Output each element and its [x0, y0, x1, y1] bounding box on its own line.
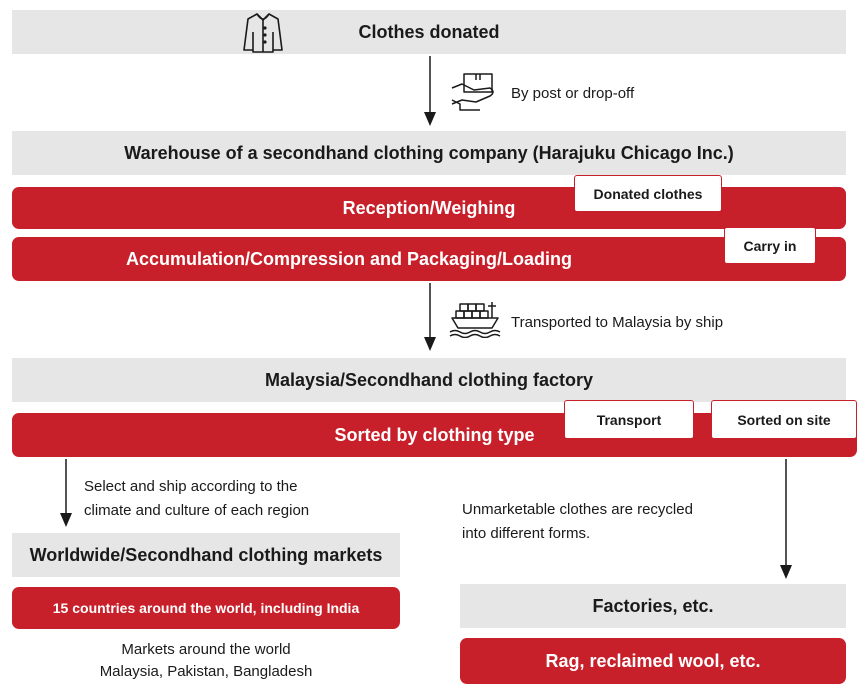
- sorted-label: Sorted by clothing type: [334, 424, 535, 445]
- clothes-donated-band: Clothes donated: [12, 10, 846, 54]
- worldwide-markets-band: Worldwide/Secondhand clothing markets: [12, 533, 400, 577]
- factories-band: Factories, etc.: [460, 584, 846, 628]
- markets-note-line1: Markets around the world: [121, 641, 291, 658]
- countries-box: 15 countries around the world, including…: [12, 587, 400, 629]
- post-note: By post or drop-off: [511, 85, 635, 102]
- reception-weighing-label: Reception/Weighing: [342, 197, 516, 218]
- recycle-note-line2: into different forms.: [462, 525, 591, 542]
- arrow-down-left: [60, 459, 72, 527]
- malaysia-factory-label: Malaysia/Secondhand clothing factory: [264, 369, 594, 390]
- sorted-on-site-tag: Sorted on site: [711, 400, 857, 439]
- transport-tag: Transport: [564, 400, 694, 439]
- recycle-note-line1: Unmarketable clothes are recycled: [462, 501, 693, 518]
- accumulation-box: Accumulation/Compression and Packaging/L…: [12, 237, 846, 281]
- clothes-donated-label: Clothes donated: [358, 21, 500, 42]
- donated-clothes-tag: Donated clothes: [574, 175, 722, 212]
- donated-clothes-tag-label: Donated clothes: [593, 185, 703, 202]
- warehouse-band: Warehouse of a secondhand clothing compa…: [12, 131, 846, 175]
- select-note-line2: climate and culture of each region: [84, 502, 310, 519]
- cargo-ship-icon: [449, 302, 501, 338]
- shirt-icon: [243, 13, 283, 53]
- select-note-line1: Select and ship according to the: [84, 478, 298, 495]
- markets-note-line2: Malaysia, Pakistan, Bangladesh: [99, 663, 313, 680]
- rag-label: Rag, reclaimed wool, etc.: [545, 650, 761, 671]
- arrow-down-2: [424, 283, 436, 351]
- parcel-hand-icon: [451, 73, 494, 111]
- carry-in-tag-label: Carry in: [743, 237, 797, 254]
- sorted-on-site-tag-label: Sorted on site: [737, 411, 831, 428]
- carry-in-tag: Carry in: [724, 227, 816, 264]
- accumulation-label: Accumulation/Compression and Packaging/L…: [125, 248, 573, 269]
- rag-box: Rag, reclaimed wool, etc.: [460, 638, 846, 684]
- transport-tag-label: Transport: [596, 411, 662, 428]
- factories-label: Factories, etc.: [592, 595, 714, 616]
- malaysia-factory-band: Malaysia/Secondhand clothing factory: [12, 358, 846, 402]
- arrow-down-right: [780, 459, 792, 579]
- arrow-down-1: [424, 56, 436, 126]
- worldwide-markets-label: Worldwide/Secondhand clothing markets: [29, 544, 383, 565]
- ship-note: Transported to Malaysia by ship: [511, 314, 724, 331]
- countries-label: 15 countries around the world, including…: [52, 600, 360, 616]
- warehouse-label: Warehouse of a secondhand clothing compa…: [124, 142, 734, 163]
